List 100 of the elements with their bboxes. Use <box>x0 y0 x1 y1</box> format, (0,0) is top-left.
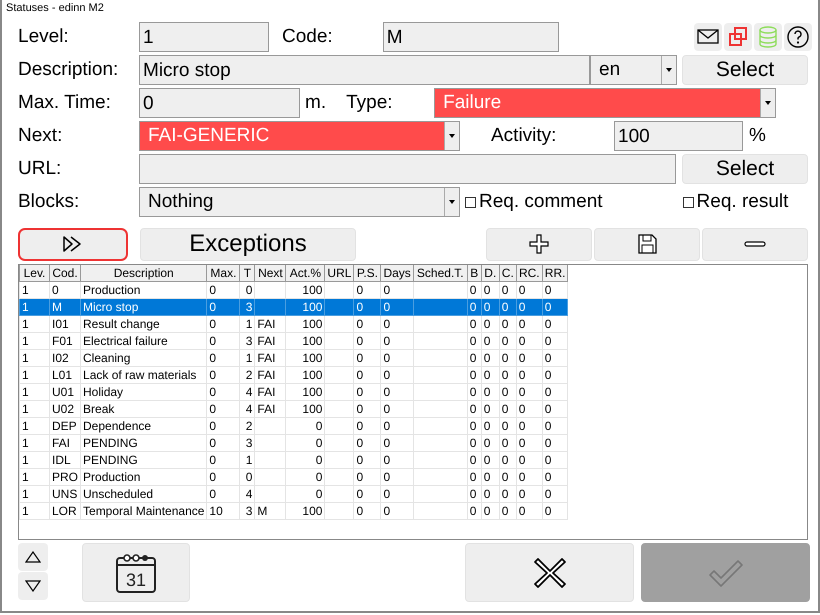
close-icon[interactable] <box>532 556 566 590</box>
table-cell: 0 <box>542 384 568 400</box>
column-header[interactable]: B <box>467 265 482 282</box>
column-header[interactable]: Next <box>254 265 286 282</box>
caret-icon[interactable] <box>666 68 672 72</box>
table-row[interactable]: 1 DEP Dependence 0 2 0 0 0 0 0 0 0 0 <box>20 418 568 434</box>
field-label: Max. Time: <box>18 92 112 114</box>
field-label: Next: <box>18 125 64 147</box>
table-cell: 4 <box>240 400 255 418</box>
table-row[interactable]: 1 PRO Production 0 0 0 0 0 0 0 0 0 0 <box>20 468 568 486</box>
table-cell: 0 <box>542 502 568 520</box>
help-icon[interactable] <box>786 25 810 49</box>
table-cell: 0 <box>481 502 500 520</box>
calendar-button[interactable]: 31 <box>82 543 190 602</box>
caret-icon[interactable] <box>449 200 455 204</box>
table-cell: 0 <box>481 434 500 452</box>
column-header[interactable]: Cod. <box>50 265 81 282</box>
table-cell: Production <box>80 468 207 486</box>
table-cell: 0 <box>481 400 500 418</box>
table-cell: 0 <box>481 316 500 332</box>
table-cell: UNS <box>50 486 81 502</box>
column-header[interactable]: RC. <box>516 265 542 282</box>
table-cell: 1 <box>20 384 50 400</box>
table-row[interactable]: 1 M Micro stop 0 3 100 0 0 0 0 0 0 0 <box>20 298 568 316</box>
cancel-button[interactable] <box>465 543 634 602</box>
table-cell: I01 <box>50 316 81 332</box>
table-cell: U01 <box>50 384 81 400</box>
caret-icon[interactable] <box>765 101 772 105</box>
table-cell: M <box>254 502 286 520</box>
column-header[interactable]: Days <box>380 265 414 282</box>
table-cell: 0 <box>481 366 500 384</box>
table-cell: PRO <box>50 468 81 486</box>
input-field[interactable]: 1 <box>139 22 269 52</box>
checkbox[interactable]: Req. comment <box>465 191 603 213</box>
table-cell: 0 <box>206 400 240 418</box>
table-cell: 100 <box>286 316 325 332</box>
table-row[interactable]: 1 L01 Lack of raw materials 0 2 FAI 100 0 0 0 0 0 0 0 <box>20 366 568 384</box>
column-header[interactable]: Lev. <box>20 265 50 282</box>
table-cell: 0 <box>542 332 568 350</box>
exceptions-button[interactable]: Exceptions <box>140 228 356 260</box>
input-field[interactable]: 100 <box>614 121 743 151</box>
table-cell: 0 <box>286 486 325 502</box>
column-header[interactable]: C. <box>499 265 516 282</box>
table-row[interactable]: 1 U01 Holiday 0 4 FAI 100 0 0 0 0 0 0 0 <box>20 384 568 400</box>
table-cell: 1 <box>20 332 50 350</box>
table-cell: DEP <box>50 418 81 434</box>
input-field[interactable]: 0 <box>139 88 300 118</box>
save-icon[interactable] <box>636 233 658 255</box>
table-cell: 0 <box>467 384 482 400</box>
column-header[interactable]: RR. <box>542 265 568 282</box>
table-cell: 0 <box>380 298 414 316</box>
table-cell: Lack of raw materials <box>80 366 207 384</box>
column-header[interactable]: URL <box>324 265 354 282</box>
table-cell: 1 <box>20 486 50 502</box>
table-row[interactable]: 1 I02 Cleaning 0 1 FAI 100 0 0 0 0 0 0 0 <box>20 350 568 366</box>
input-field[interactable] <box>139 154 676 184</box>
column-header[interactable]: Act.% <box>286 265 325 282</box>
table-cell: 0 <box>542 400 568 418</box>
table-cell: PENDING <box>80 434 207 452</box>
column-header[interactable]: T <box>240 265 255 282</box>
table-cell: 0 <box>481 332 500 350</box>
plus-icon[interactable] <box>528 233 550 255</box>
select-button[interactable]: Select <box>682 154 808 184</box>
table-cell: 1 <box>240 316 255 332</box>
column-header[interactable]: P.S. <box>354 265 381 282</box>
table-cell: 0 <box>206 316 240 332</box>
table-row[interactable]: 1 F01 Electrical failure 0 3 FAI 100 0 0 0 0 0 0 0 <box>20 332 568 350</box>
column-header[interactable]: Description <box>80 265 207 282</box>
dropdown[interactable]: en <box>590 55 677 85</box>
column-header[interactable]: D. <box>481 265 500 282</box>
input-field[interactable]: Micro stop <box>139 55 590 85</box>
table-cell: 10 <box>206 502 240 520</box>
column-header[interactable]: Max. <box>206 265 240 282</box>
up-triangle-icon[interactable] <box>25 551 41 563</box>
table-cell: 0 <box>499 400 516 418</box>
table-cell: 0 <box>467 366 482 384</box>
checkbox[interactable]: Req. result <box>682 191 788 213</box>
table-cell: 0 <box>516 298 542 316</box>
column-header[interactable]: Sched.T. <box>413 265 468 282</box>
field-label: Code: <box>282 26 333 48</box>
input-field[interactable]: M <box>382 22 559 52</box>
caret-icon[interactable] <box>449 134 455 138</box>
table-cell: Holiday <box>80 384 207 400</box>
table-cell: 0 <box>206 298 240 316</box>
table-cell: 0 <box>499 316 516 332</box>
select-button[interactable]: Select <box>682 55 808 85</box>
down-triangle-icon[interactable] <box>25 580 41 592</box>
table-row[interactable]: 1 U02 Break 0 4 FAI 100 0 0 0 0 0 0 0 <box>20 400 568 418</box>
table-row[interactable]: 1 FAI PENDING 0 3 0 0 0 0 0 0 0 0 <box>20 434 568 452</box>
next-button[interactable] <box>18 228 128 260</box>
table-row[interactable]: 1 UNS Unscheduled 0 4 0 0 0 0 0 0 0 0 <box>20 486 568 502</box>
windows-icon[interactable] <box>726 25 750 49</box>
table-cell: 1 <box>20 452 50 468</box>
dropdown[interactable]: Nothing <box>139 187 460 217</box>
table-cell: FAI <box>254 350 286 366</box>
table-row[interactable]: 1 LOR Temporal Maintenance 10 3 M 100 0 0 0 0 0 0 0 <box>20 502 568 520</box>
table-cell: 0 <box>542 434 568 452</box>
table-row[interactable]: 1 IDL PENDING 0 1 0 0 0 0 0 0 0 0 <box>20 452 568 468</box>
table-cell: 0 <box>206 418 240 434</box>
table-row[interactable]: 1 I01 Result change 0 1 FAI 100 0 0 0 0 0 0 0 <box>20 316 568 332</box>
